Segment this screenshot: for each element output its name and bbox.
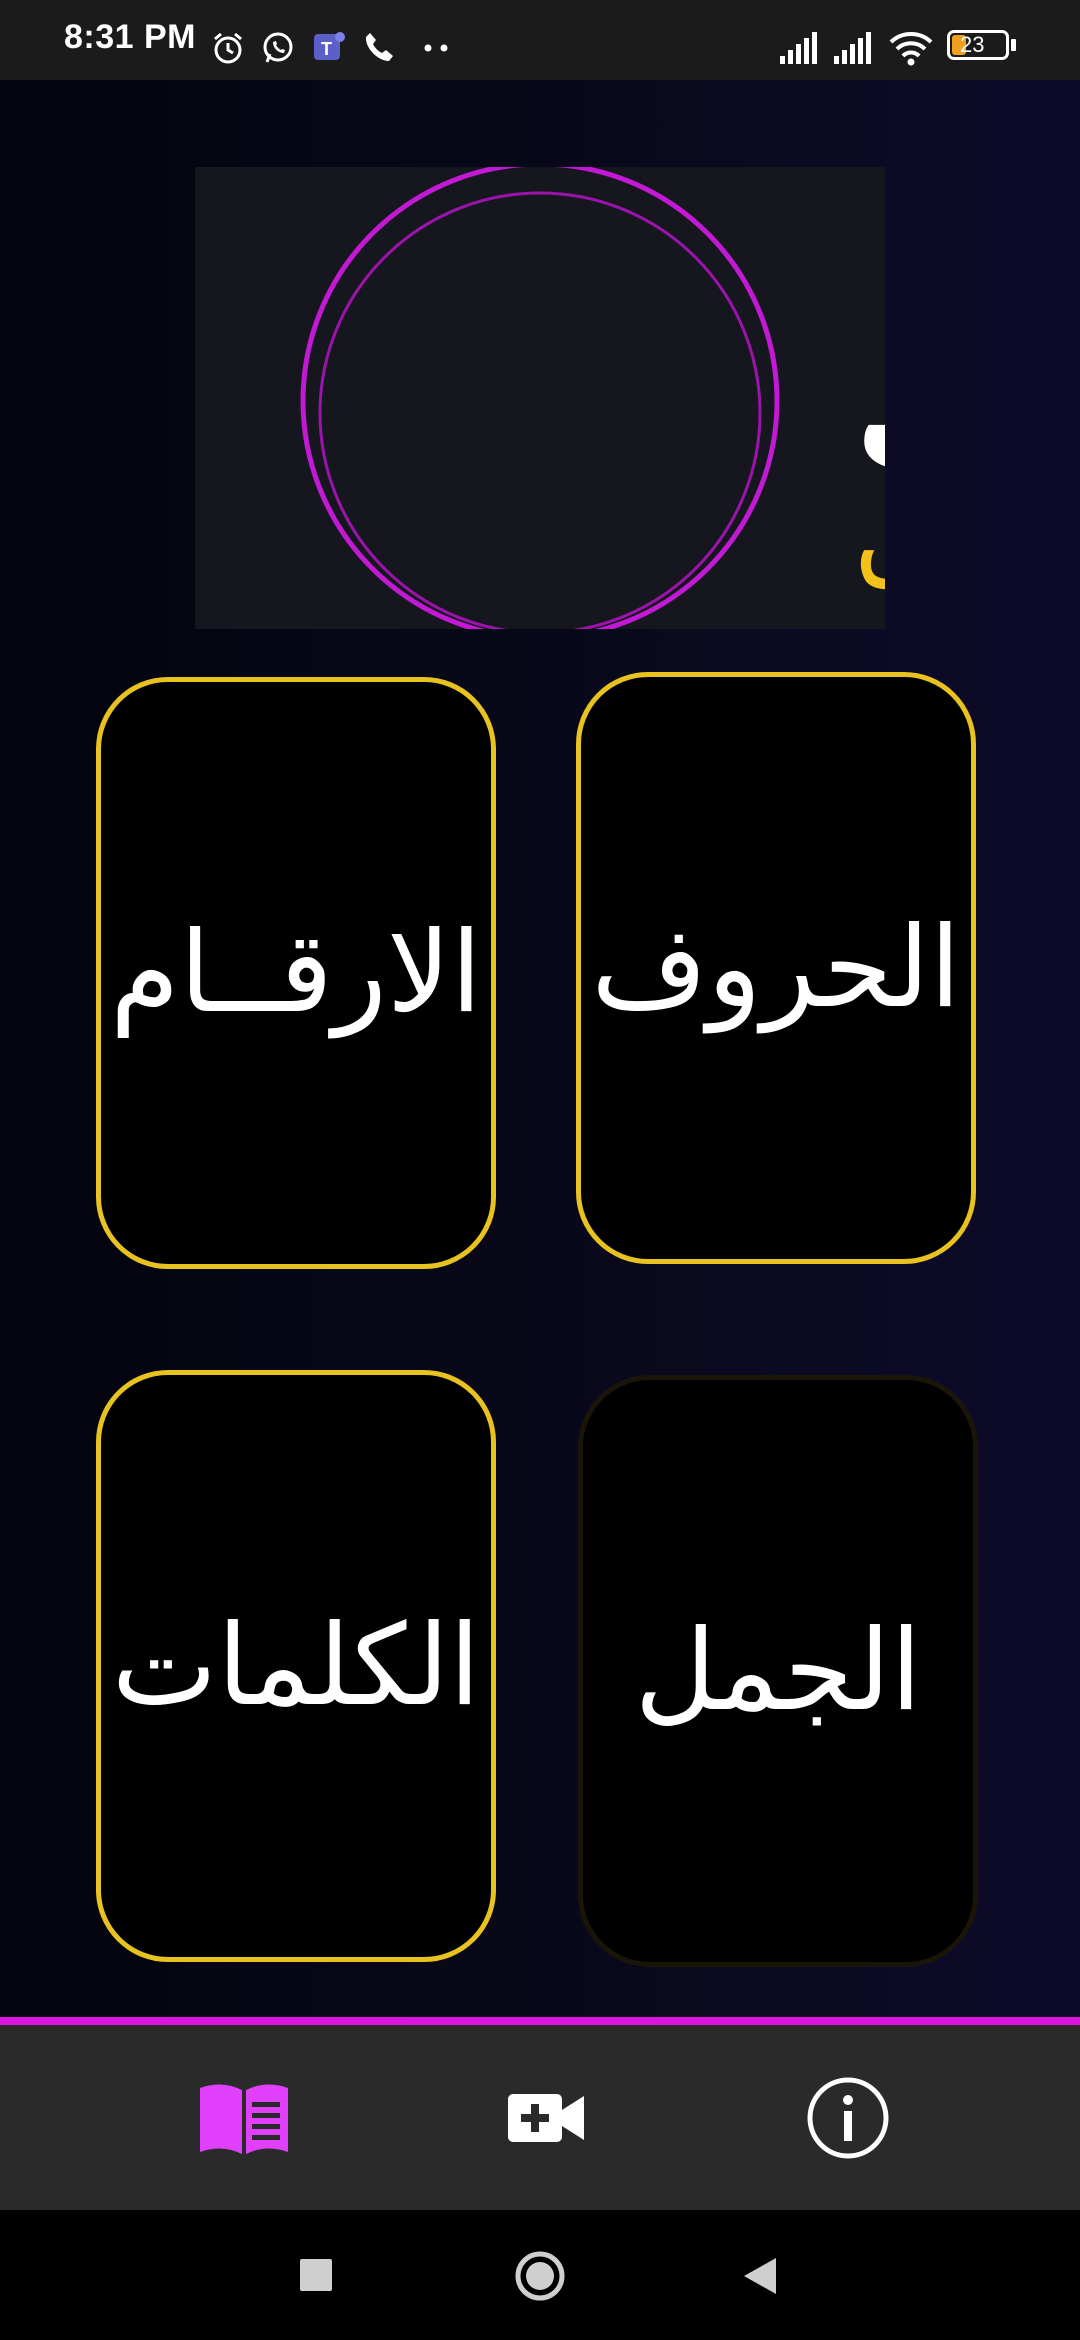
svg-text:T: T [321, 39, 332, 59]
recents-square-icon[interactable] [299, 2258, 333, 2292]
letters-label: الحروف [591, 903, 961, 1033]
bottom-nav [0, 2025, 1080, 2210]
logo-graphic: اسمعنـــي تطبيـــق [300, 167, 885, 629]
nav-video-button[interactable] [498, 2073, 594, 2163]
back-triangle-icon[interactable] [742, 2256, 778, 2296]
status-time: 8:31 PM [64, 18, 196, 56]
info-icon [807, 2077, 889, 2159]
wifi-icon [889, 32, 933, 66]
signal-icon [834, 32, 871, 64]
numbers-label: الارقــام [110, 908, 482, 1038]
book-icon [200, 2084, 288, 2154]
logo-subtitle: تطبيـــق [855, 459, 885, 590]
teams-icon: T [314, 32, 345, 60]
phone-icon [365, 33, 393, 61]
nav-learn-button[interactable] [196, 2073, 292, 2163]
whatsapp-icon [263, 32, 293, 63]
battery-tip [1011, 39, 1016, 51]
words-card[interactable]: الكلمات [96, 1370, 496, 1962]
nav-divider [0, 2017, 1080, 2025]
alarm-icon [214, 32, 242, 64]
sentences-label: الجمل [634, 1606, 922, 1736]
numbers-card[interactable]: الارقــام [96, 677, 496, 1269]
app-logo: اسمعنـــي تطبيـــق [195, 167, 885, 629]
signal-icon [780, 32, 817, 64]
sentences-card[interactable]: الجمل [578, 1375, 978, 1967]
letters-card[interactable]: الحروف [576, 672, 976, 1264]
battery-level: 23 [960, 32, 985, 57]
more-dots-icon [424, 44, 448, 52]
nav-info-button[interactable] [800, 2073, 896, 2163]
status-bar: 8:31 PM T 23 [0, 0, 1080, 80]
main-content: اسمعنـــي تطبيـــق الحروف الارقــام الجم… [0, 80, 1080, 2020]
words-label: الكلمات [111, 1601, 481, 1731]
battery-icon: 23 [947, 30, 1009, 60]
system-nav-bar [0, 2210, 1080, 2340]
home-circle-icon[interactable] [514, 2250, 566, 2302]
video-add-icon [508, 2094, 584, 2142]
